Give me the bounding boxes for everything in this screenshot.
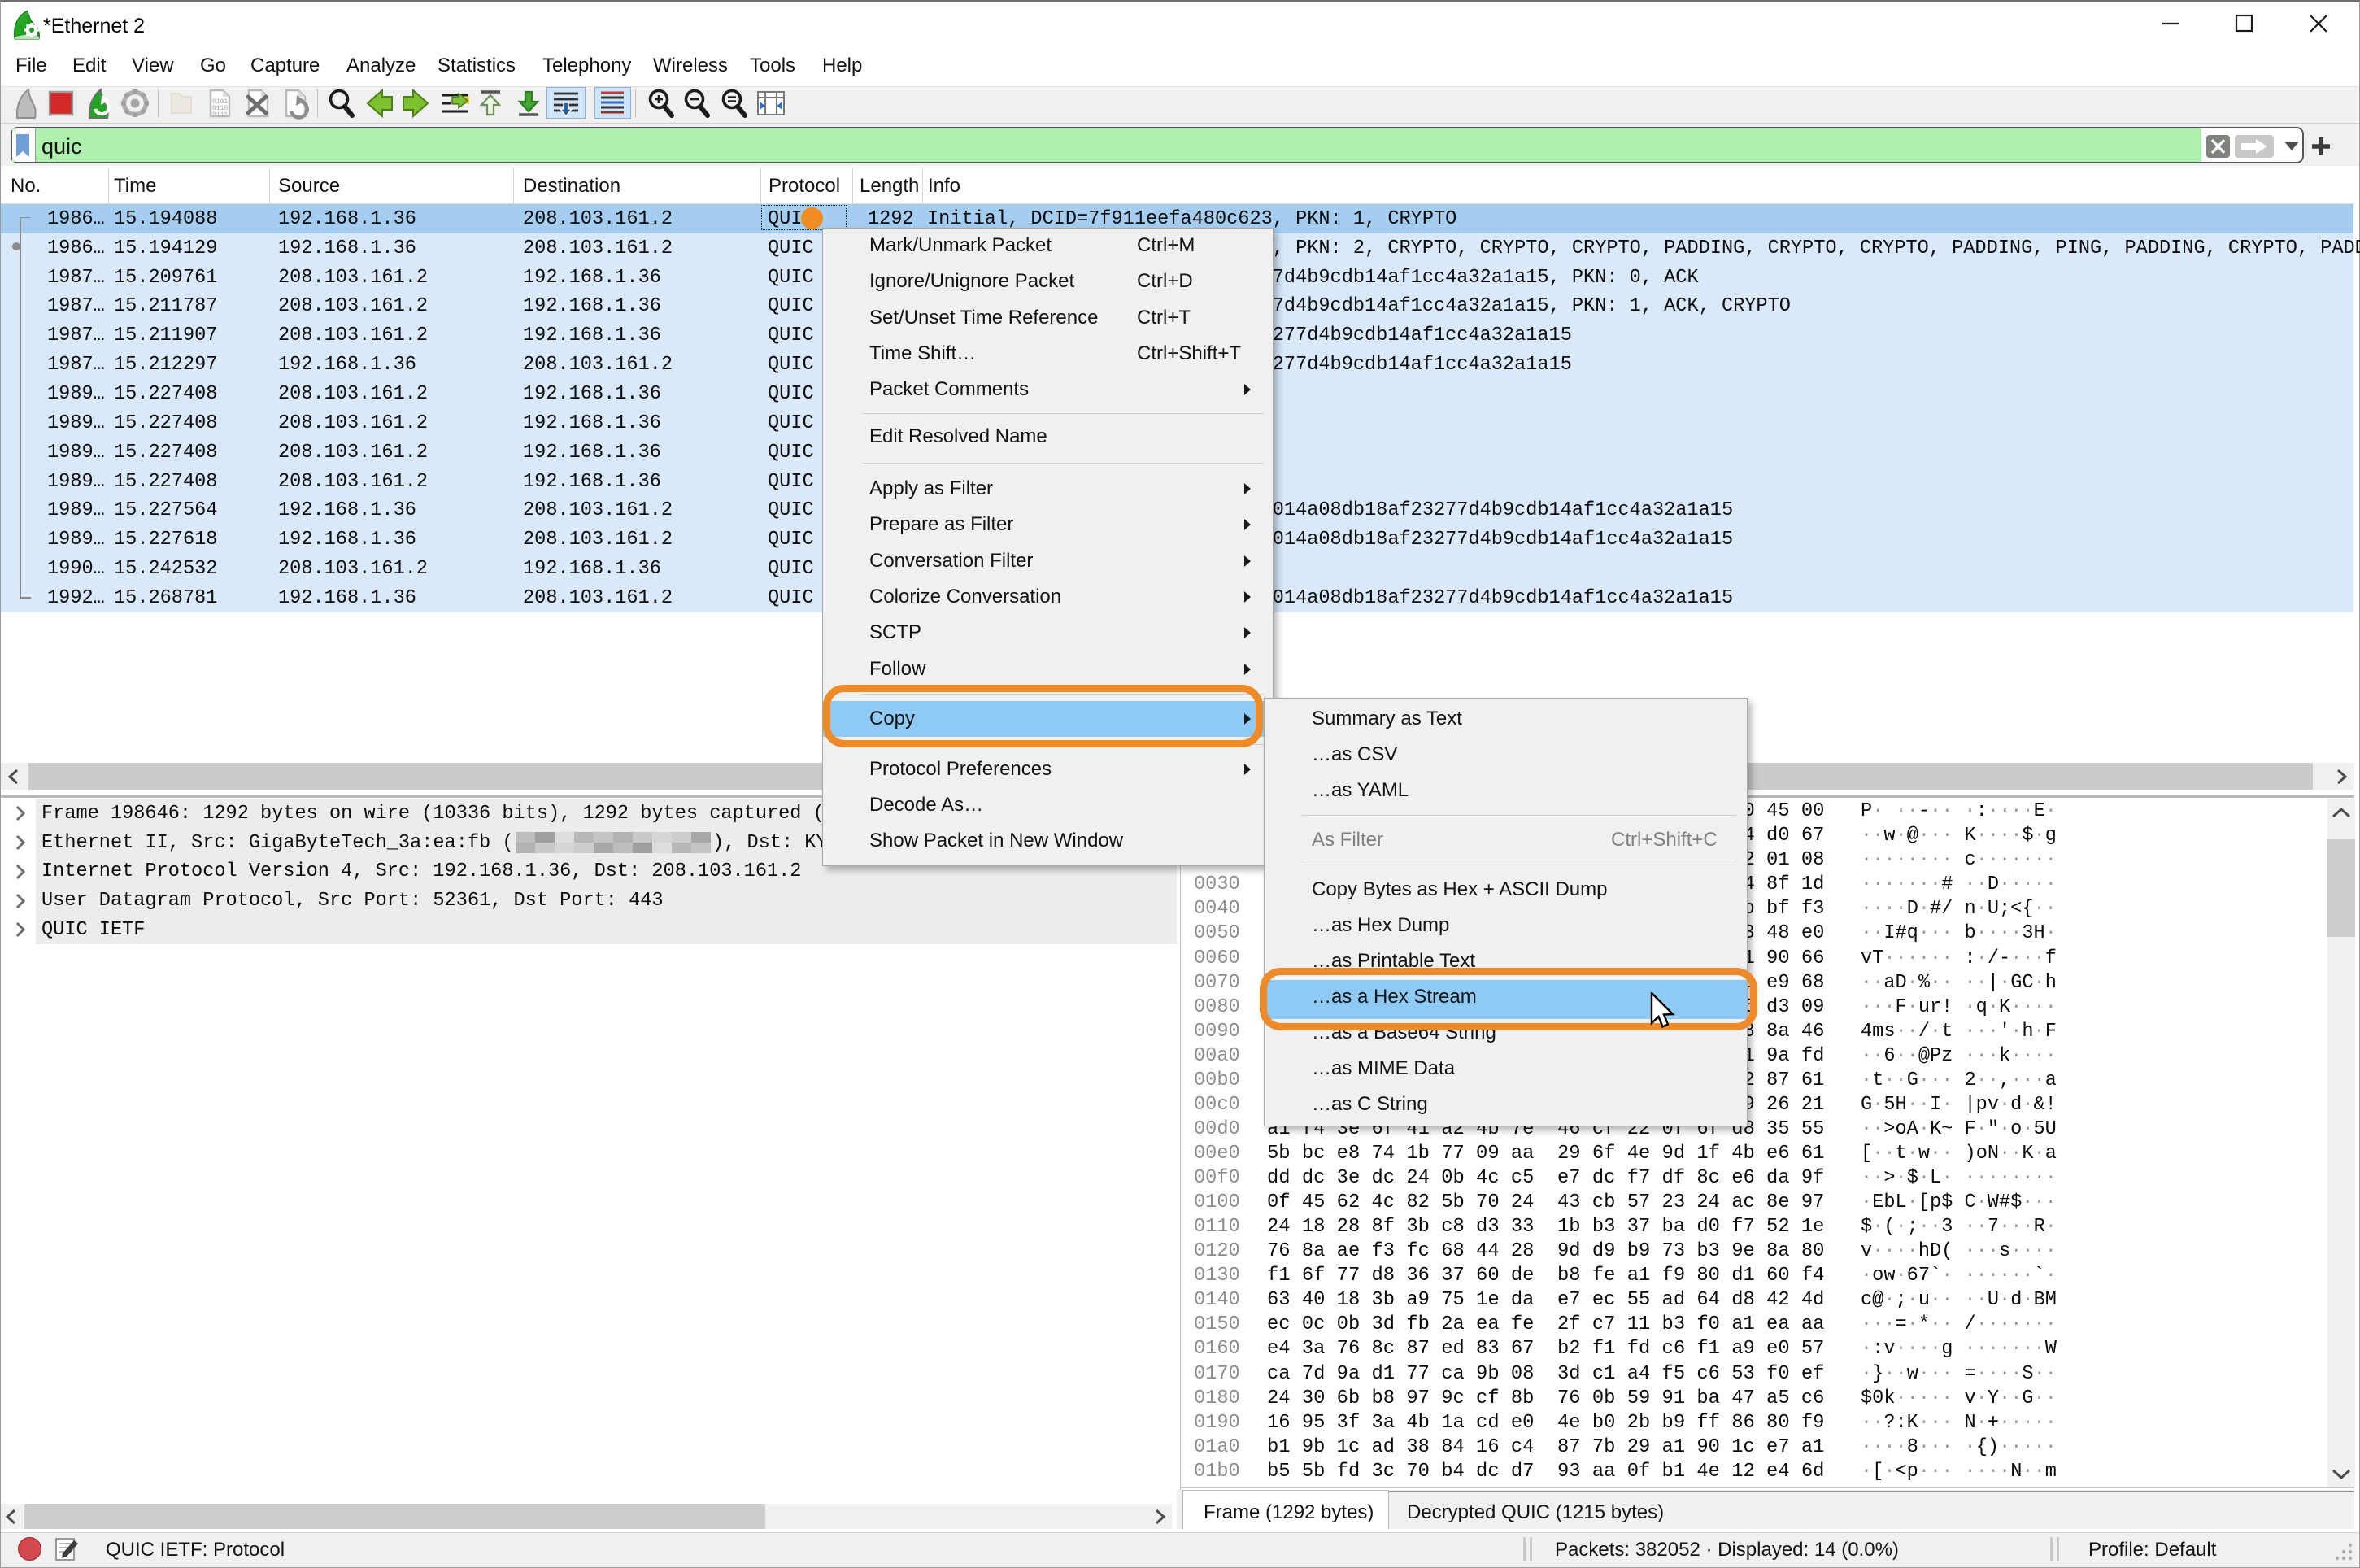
svg-text:0111: 0111 [212, 111, 228, 119]
